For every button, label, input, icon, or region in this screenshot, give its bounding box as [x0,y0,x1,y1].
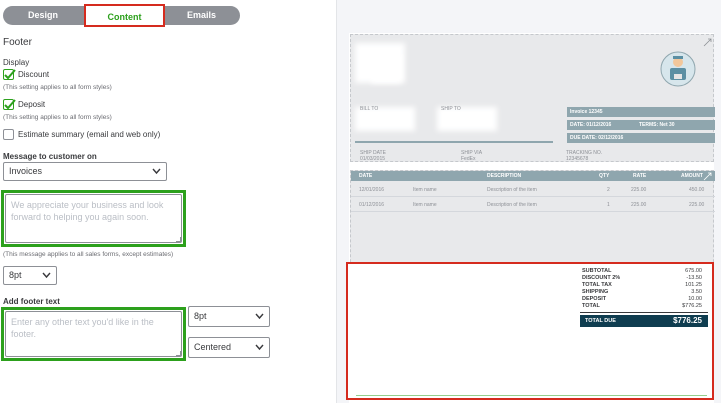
total-value: $776.25 [682,303,702,309]
footer-textarea[interactable]: Enter any other text you'd like in the f… [1,307,186,361]
check-icon [4,99,16,110]
chevron-down-icon [255,313,264,320]
message-textarea[interactable]: We appreciate your business and look for… [1,190,186,247]
row-date: 12/01/2016 [359,187,385,193]
footer-font-size-select[interactable]: 8pt [188,306,270,327]
row-item: Item name [413,187,437,193]
col-date: DATE [359,173,373,179]
total-label: SUBTOTAL [582,268,612,274]
message-font-size-select[interactable]: 8pt [3,266,57,285]
message-label: Message to customer on [3,152,97,161]
total-due-bar: TOTAL DUE $776.25 [580,315,708,327]
tab-design[interactable]: Design [3,6,83,25]
row-date: 01/12/2016 [359,202,385,208]
col-description: DESCRIPTION [487,173,522,179]
ship-date: 01/03/2015 [360,156,386,162]
footer-font-size-value: 8pt [194,311,207,321]
total-label: TOTAL [582,303,600,309]
footer-alignment-value: Centered [194,342,232,352]
tab-content[interactable]: Content [84,4,165,27]
estimate-summary-checkbox[interactable] [3,129,14,140]
total-value: 101.25 [685,282,702,288]
total-value: 675.00 [685,268,702,274]
row-amount: 450.00 [689,187,705,193]
section-title: Footer [3,37,32,48]
deposit-label: Deposit [18,100,46,109]
deposit-note: (This setting applies to all form styles… [3,114,112,121]
invoice-footer-totals[interactable]: SUBTOTAL 675.00 DISCOUNT 2% -13.50 TOTAL… [346,262,714,400]
message-form-value: Invoices [9,166,43,176]
footer-text-label: Add footer text [3,297,60,306]
ship-to-label: SHIP TO [441,106,461,112]
row-rate: 225.00 [631,202,647,208]
chevron-down-icon [152,168,161,175]
company-info-blur [371,53,401,83]
display-label: Display [3,58,30,67]
invoice-number: Invoice 12345 [570,109,603,115]
estimate-summary-label: Estimate summary (email and web only) [18,130,161,139]
row-amount: 225.00 [689,202,705,208]
message-placeholder: We appreciate your business and look for… [5,194,182,243]
check-icon [4,69,16,80]
invoice-header[interactable]: BILL TO SHIP TO Invoice 12345 DATE: 01/1… [350,34,715,162]
tab-emails[interactable]: Emails [163,6,240,25]
table-row: 01/12/2016 Item name Description of the … [351,198,715,212]
discount-checkbox[interactable] [3,69,16,80]
message-form-select[interactable]: Invoices [3,162,167,181]
divider [355,141,553,143]
row-description: Description of the item [487,187,537,193]
col-amount: AMOUNT [681,173,703,179]
footer-placeholder: Enter any other text you'd like in the f… [5,311,182,357]
message-note: (This message applies to all sales forms… [3,251,174,258]
edit-icon[interactable] [703,38,712,47]
due-date: DUE DATE: 02/12/2016 [570,135,624,141]
chevron-down-icon [42,272,51,279]
col-rate: RATE [633,173,647,179]
divider [580,312,708,313]
table-header: DATE DESCRIPTION QTY RATE AMOUNT [351,171,715,181]
company-logo-icon [660,51,696,87]
message-font-size-value: 8pt [9,270,22,280]
deposit-checkbox[interactable] [3,99,16,110]
bill-to-label: BILL TO [360,106,379,112]
discount-note: (This setting applies to all form styles… [3,84,112,91]
ship-via: FedEx [461,156,476,162]
invoice-date: DATE: 01/12/2016 [570,122,612,128]
total-value: 3.50 [691,289,702,295]
discount-label: Discount [18,70,50,79]
total-label: DISCOUNT 2% [582,275,621,281]
row-rate: 225.00 [631,187,647,193]
tab-bar: Design Emails Content [3,4,240,27]
row-item: Item name [413,202,437,208]
footer-alignment-select[interactable]: Centered [188,337,270,358]
footer-divider [356,395,707,396]
resize-handle-icon[interactable] [176,237,181,242]
tracking-number: 12345678 [566,156,589,162]
col-qty: QTY [599,173,610,179]
total-label: TOTAL TAX [582,282,612,288]
total-label: DEPOSIT [582,296,607,302]
resize-handle-icon[interactable] [176,351,181,356]
row-qty: 1 [607,202,610,208]
chevron-down-icon [255,344,264,351]
invoice-terms: TERMS: Net 30 [639,122,675,128]
total-due-value: $776.25 [673,316,702,325]
total-label: SHIPPING [582,289,609,295]
total-value: 10.00 [688,296,702,302]
row-description: Description of the item [487,202,537,208]
total-due-label: TOTAL DUE [585,318,616,324]
row-qty: 2 [607,187,610,193]
settings-panel: Design Emails Content Footer Display Dis… [0,0,290,403]
table-row: 12/01/2016 Item name Description of the … [351,183,715,197]
edit-icon[interactable] [703,172,712,181]
total-value: -13.50 [686,275,702,281]
